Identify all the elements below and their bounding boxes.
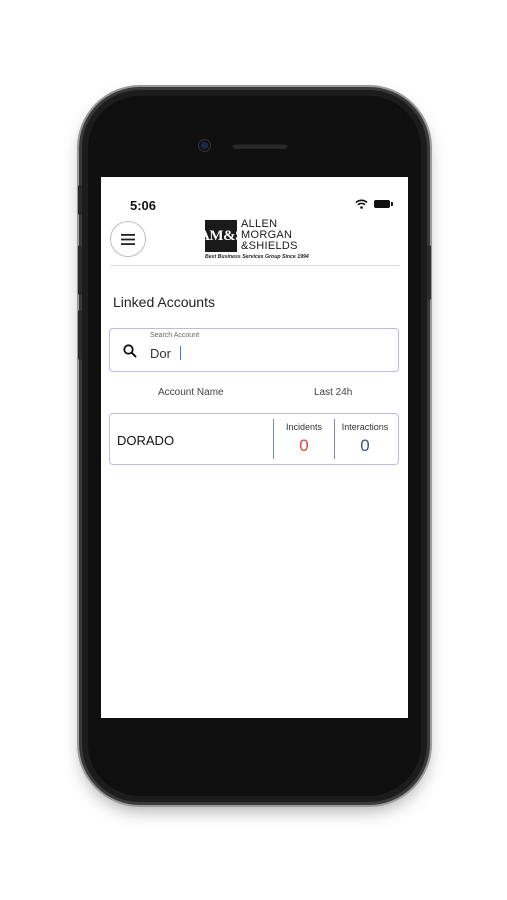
- account-row[interactable]: DORADO Incidents 0 Interactions 0: [109, 413, 399, 465]
- company-logo: AM&S ALLEN MORGAN &SHIELDS Best Business…: [199, 218, 315, 262]
- search-input[interactable]: [150, 346, 380, 361]
- earpiece-speaker: [232, 143, 288, 149]
- search-account-field[interactable]: Search Account: [109, 328, 399, 372]
- battery-icon: [374, 200, 393, 208]
- menu-button[interactable]: [110, 221, 146, 257]
- status-icons: [355, 199, 393, 209]
- incidents-count: 0: [299, 436, 309, 455]
- power-button: [427, 245, 431, 300]
- logo-monogram: AM&S: [199, 220, 243, 252]
- header-divider: [110, 265, 399, 266]
- search-label: Search Account: [150, 332, 200, 339]
- volume-up-button: [78, 245, 82, 295]
- account-name: DORADO: [117, 433, 175, 448]
- text-cursor: [180, 346, 181, 360]
- search-icon: [123, 344, 137, 358]
- front-camera: [199, 140, 210, 151]
- incidents-label: Incidents: [285, 422, 323, 432]
- interactions-count: 0: [360, 436, 370, 455]
- hamburger-menu-icon: [121, 233, 135, 245]
- app-screen: 5:06 AM&S ALLEN MORGAN &SHIELDS Best Bus…: [101, 177, 408, 718]
- column-header-account-name: Account Name: [158, 387, 224, 398]
- page-title: Linked Accounts: [113, 294, 215, 310]
- interactions-label: Interactions: [341, 422, 389, 432]
- wifi-icon: [355, 199, 368, 209]
- volume-down-button: [78, 310, 82, 360]
- column-header-last-24h: Last 24h: [314, 387, 353, 398]
- logo-tagline: Best Business Services Group Since 1994: [205, 254, 309, 260]
- mute-switch: [78, 185, 82, 215]
- status-time: 5:06: [130, 198, 157, 213]
- logo-company-name: ALLEN MORGAN &SHIELDS: [241, 218, 298, 252]
